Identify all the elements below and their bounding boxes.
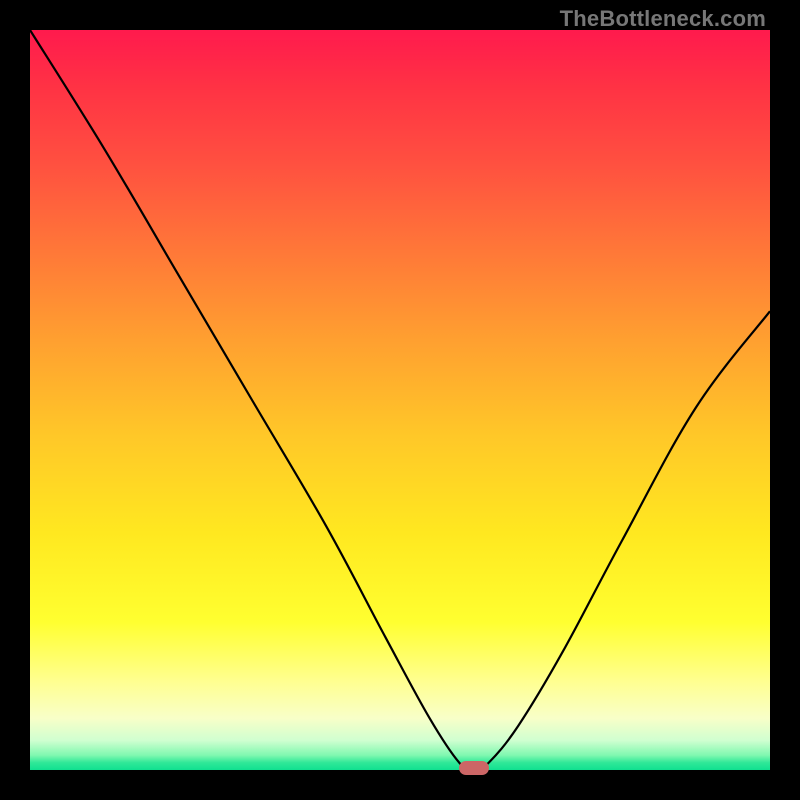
plot-area	[30, 30, 770, 770]
optimal-point-marker	[459, 761, 489, 775]
chart-frame: TheBottleneck.com	[0, 0, 800, 800]
bottleneck-curve	[30, 30, 770, 770]
watermark-text: TheBottleneck.com	[560, 6, 766, 32]
